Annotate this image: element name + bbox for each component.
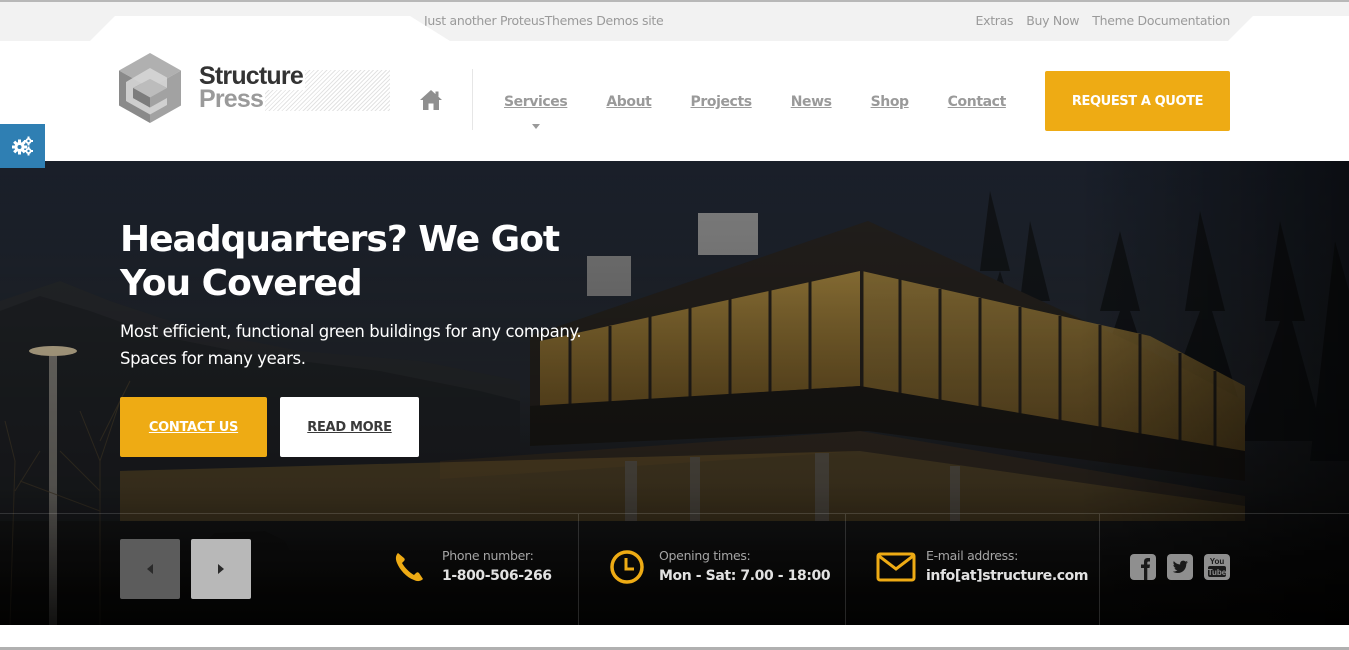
hero-slider: Headquarters? We Got You Covered Most ef… (0, 161, 1349, 625)
svg-text:Tube: Tube (1208, 568, 1227, 577)
top-link-theme-documentation[interactable]: Theme Documentation (1092, 13, 1230, 28)
email-address: info[at]structure.com (926, 568, 1089, 584)
caret-left-icon (147, 564, 153, 574)
info-email: E-mail address: info[at]structure.com (876, 547, 1088, 587)
phone-icon (395, 553, 423, 582)
gears-icon (11, 136, 33, 156)
info-divider (578, 514, 579, 625)
nav-item-contact[interactable]: Contact (934, 92, 1020, 112)
phone-number: 1-800-506-266 (442, 568, 552, 584)
nav-item-label: About (606, 94, 652, 110)
top-link-extras[interactable]: Extras (976, 13, 1014, 28)
facebook-link[interactable] (1130, 554, 1156, 585)
nav-item-projects[interactable]: Projects (676, 92, 765, 112)
nav-divider (472, 69, 473, 130)
contact-us-button[interactable]: CONTACT US (120, 397, 267, 457)
settings-button[interactable] (0, 124, 45, 168)
slider-prev-button[interactable] (120, 539, 180, 599)
facebook-icon (1130, 554, 1156, 580)
caret-right-icon (218, 564, 224, 574)
top-link-buy-now[interactable]: Buy Now (1026, 13, 1079, 28)
svg-text:You: You (1210, 557, 1225, 566)
twitter-link[interactable] (1167, 554, 1193, 585)
opening-times: Mon - Sat: 7.00 - 18:00 (659, 568, 831, 584)
info-divider (845, 514, 846, 625)
hero-title: Headquarters? We Got You Covered (120, 219, 560, 304)
page-spacer (0, 625, 1349, 647)
nav-item-label: Contact (947, 94, 1007, 110)
info-divider (1099, 514, 1100, 625)
topbar-notch (90, 16, 450, 41)
home-button[interactable] (419, 89, 443, 111)
logo-text-press: Press (199, 85, 266, 113)
nav-item-shop[interactable]: Shop (857, 92, 923, 112)
nav-item-label: Shop (870, 94, 909, 110)
twitter-icon (1167, 554, 1193, 580)
top-links: Extras Buy Now Theme Documentation (976, 13, 1231, 28)
site-header: Structure Press Services About Projects … (0, 41, 1349, 161)
home-icon (420, 90, 442, 110)
youtube-link[interactable]: You Tube (1204, 554, 1230, 585)
slider-next-button[interactable] (191, 539, 251, 599)
site-tagline: Just another ProteusThemes Demos site (424, 13, 664, 28)
chevron-down-icon (531, 124, 540, 129)
info-label: E-mail address: (926, 548, 1018, 563)
social-links: You Tube (1130, 554, 1230, 585)
nav-item-label: Services (504, 94, 568, 110)
nav-item-about[interactable]: About (592, 92, 665, 112)
main-nav: Services About Projects News Shop Contac… (490, 92, 1020, 129)
site-logo[interactable]: Structure Press (119, 52, 394, 124)
info-label: Phone number: (442, 548, 534, 563)
logo-cube-icon (119, 53, 181, 123)
youtube-icon: You Tube (1204, 554, 1230, 580)
read-more-button[interactable]: READ MORE (280, 397, 419, 457)
clock-icon (610, 550, 644, 584)
nav-item-services[interactable]: Services (490, 92, 581, 129)
info-phone: Phone number: 1-800-506-266 (392, 547, 552, 587)
nav-item-news[interactable]: News (777, 92, 846, 112)
request-quote-button[interactable]: REQUEST A QUOTE (1045, 71, 1230, 131)
nav-item-label: Projects (690, 94, 752, 110)
nav-item-label: News (790, 94, 832, 110)
info-label: Opening times: (659, 548, 751, 563)
envelope-icon (876, 552, 916, 582)
hero-subtitle: Most efficient, functional green buildin… (120, 322, 582, 368)
info-opening-times: Opening times: Mon - Sat: 7.00 - 18:00 (609, 547, 831, 587)
info-bar-divider (0, 513, 1349, 514)
